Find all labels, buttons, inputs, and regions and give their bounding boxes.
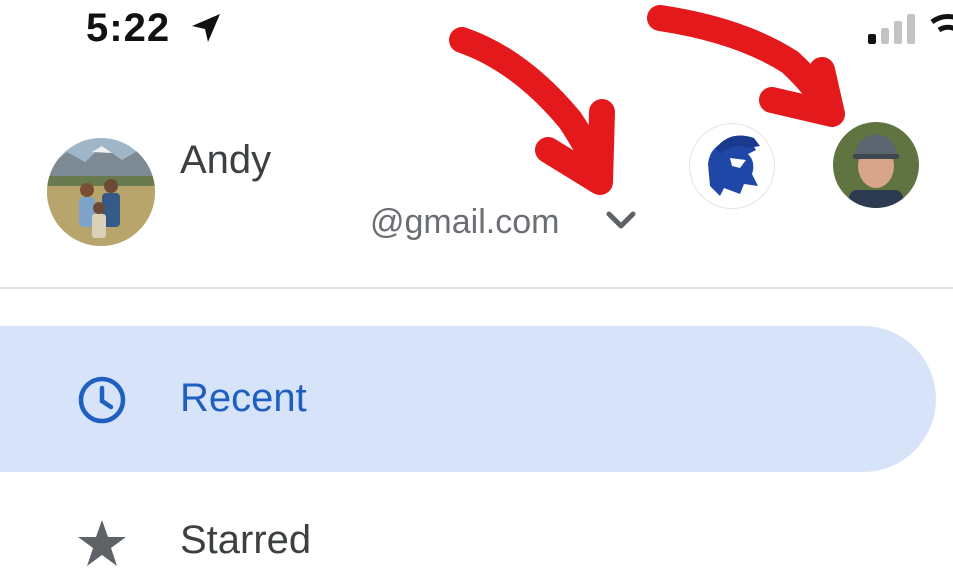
family-photo: [47, 138, 155, 246]
nav-item-label-recent: Recent: [180, 376, 307, 420]
annotation-arrows: [449, 5, 845, 195]
account-avatar[interactable]: [47, 138, 155, 246]
cellular-signal-icon: [868, 14, 915, 44]
nav-item-recent[interactable]: [0, 326, 936, 472]
star-icon: [78, 520, 126, 566]
annotation-arrow-right: [647, 5, 845, 127]
clock-icon: [78, 376, 126, 424]
location-arrow-icon: [192, 14, 220, 42]
account-name: Andy: [180, 138, 272, 182]
header-divider: [0, 287, 953, 289]
nav-item-label-starred[interactable]: Starred: [180, 518, 311, 563]
spartan-helmet-icon: [708, 135, 760, 196]
status-time: 5:22: [86, 6, 171, 50]
tertiary-account-avatar[interactable]: [833, 122, 919, 208]
wifi-icon: [930, 14, 953, 33]
man-photo: [833, 122, 919, 208]
secondary-account-avatar[interactable]: [690, 124, 774, 208]
annotation-arrow-left: [449, 27, 615, 195]
account-email[interactable]: @gmail.com: [370, 203, 559, 242]
chevron-down-icon[interactable]: [603, 208, 639, 234]
